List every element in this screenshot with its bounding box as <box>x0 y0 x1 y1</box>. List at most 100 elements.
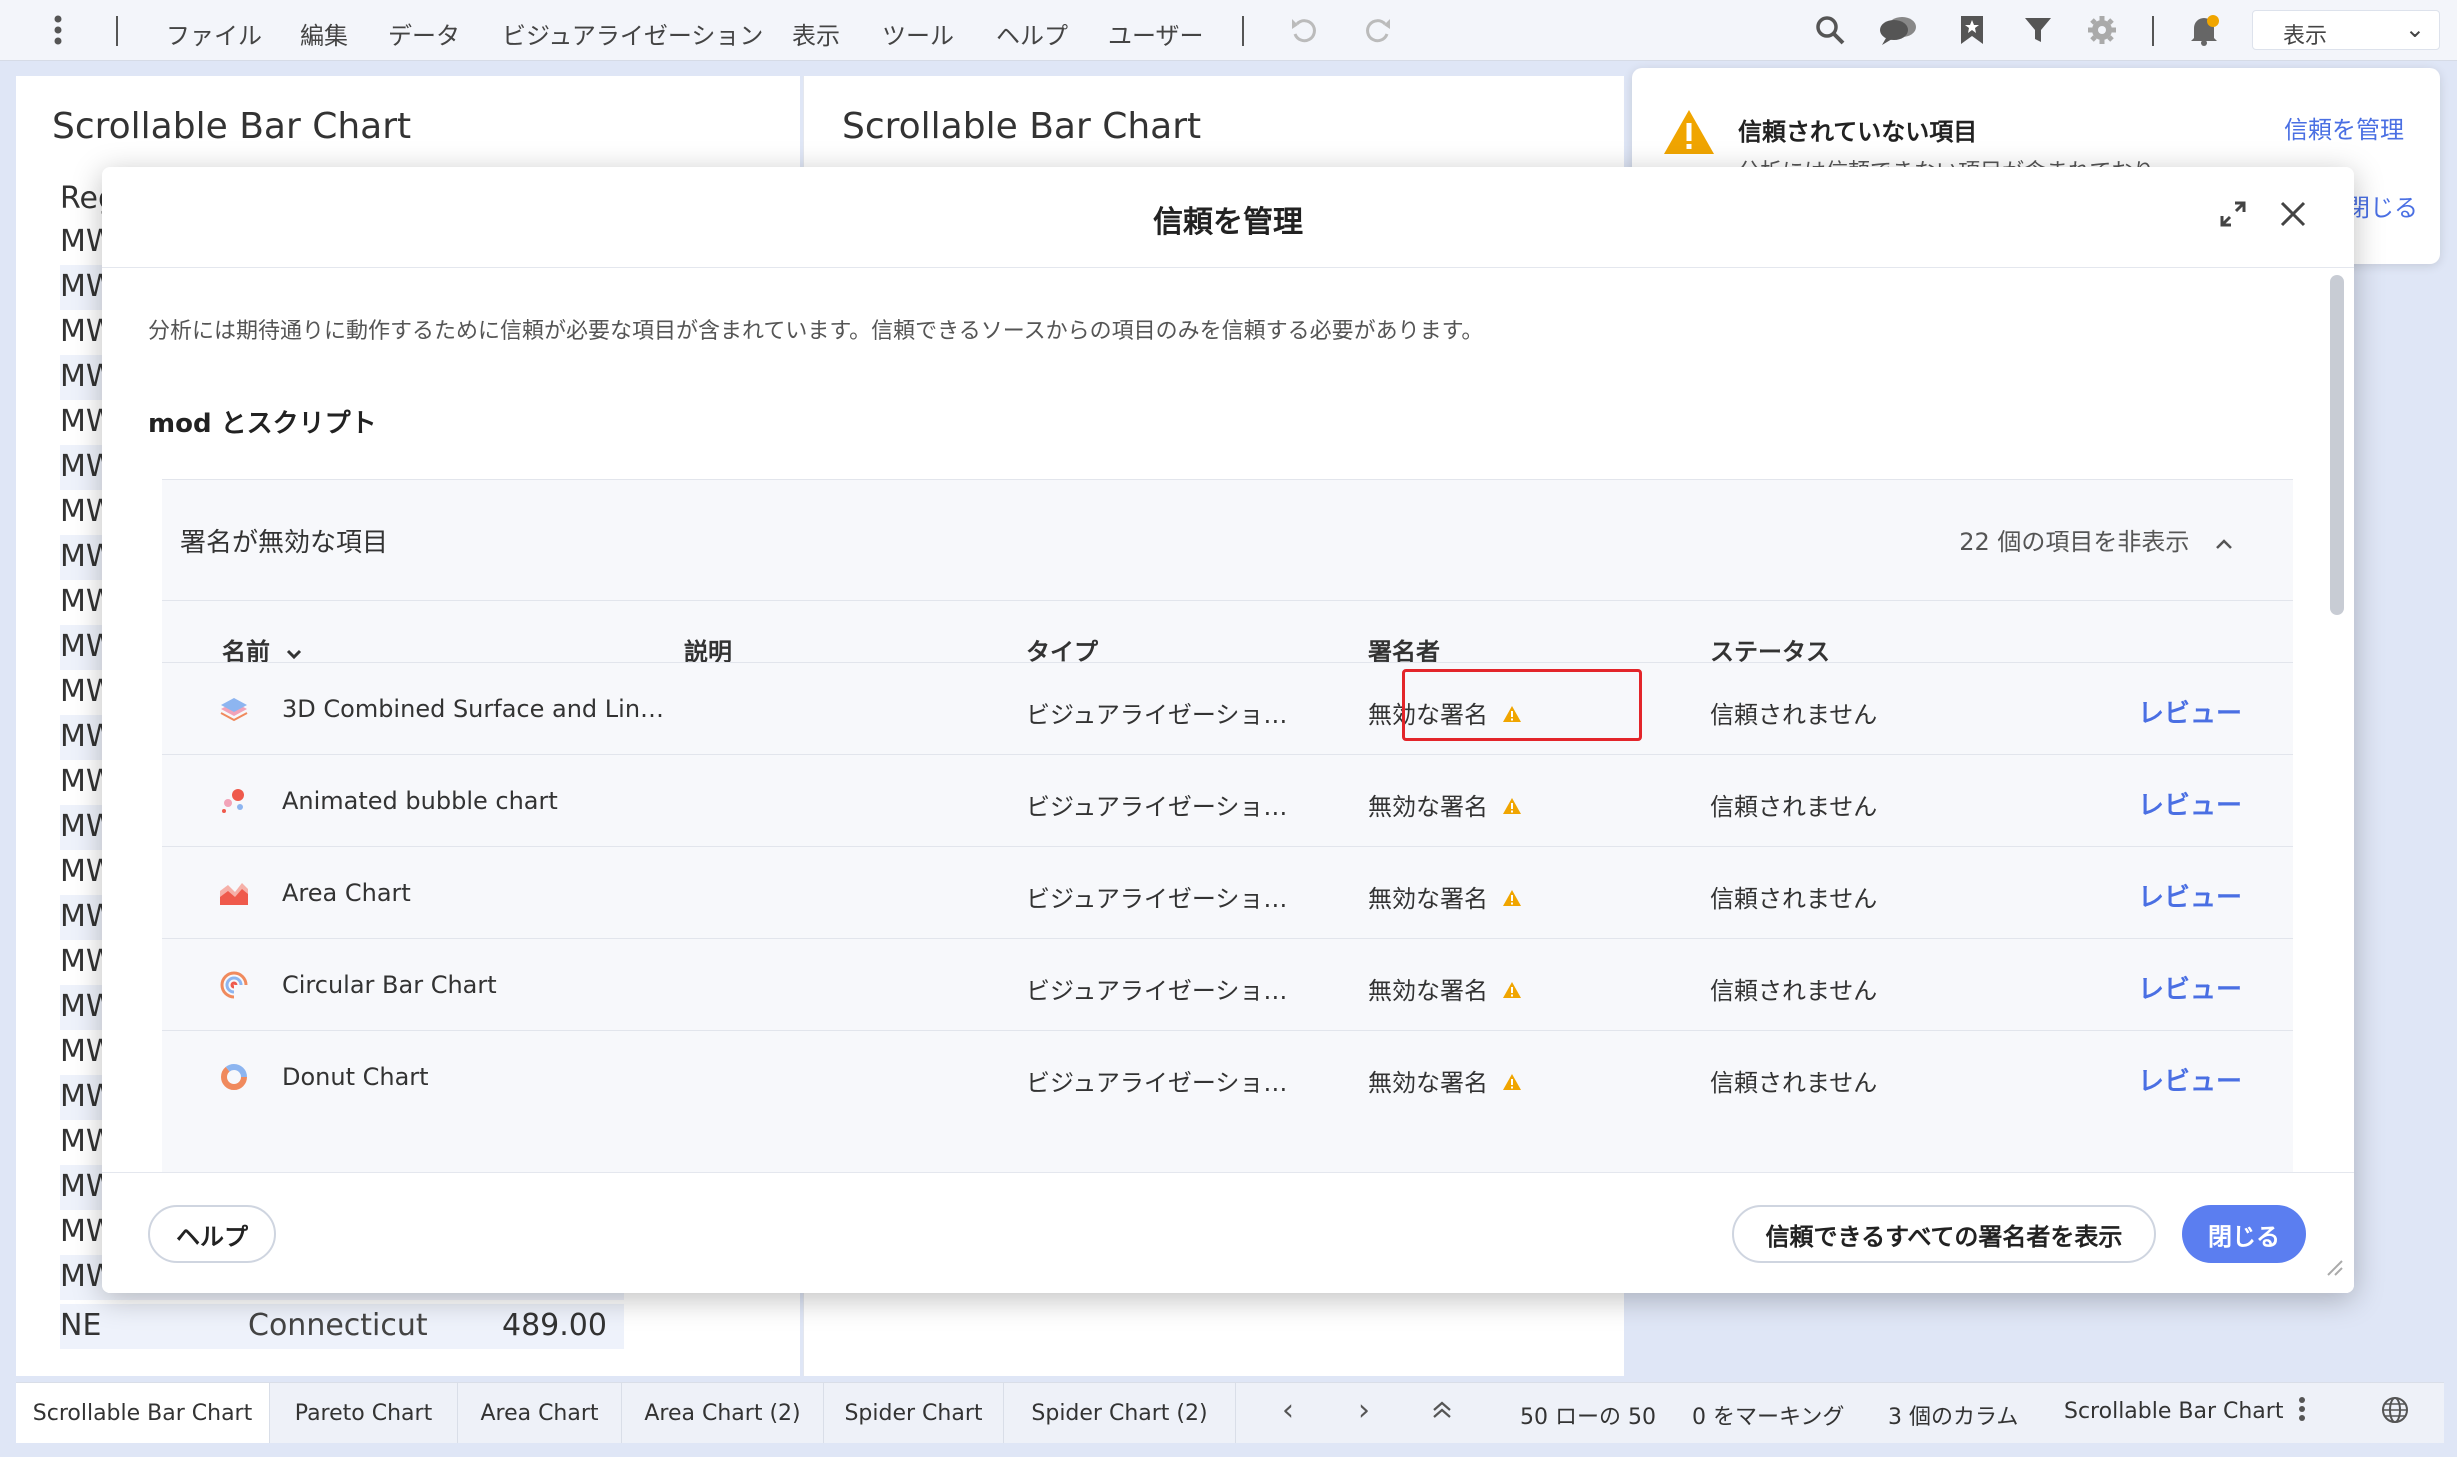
filter-icon[interactable] <box>2016 10 2060 50</box>
comments-icon[interactable] <box>1876 10 1920 50</box>
close-icon[interactable] <box>2268 189 2318 239</box>
redo-icon[interactable] <box>1356 10 1400 50</box>
notification-text: 分析には信頼できない項目が含まれており… <box>1738 154 2298 168</box>
signer-label: 無効な署名 <box>1368 977 1488 1005</box>
warning-icon <box>1502 1069 1522 1097</box>
dialog-header: 信頼を管理 <box>102 167 2354 268</box>
kebab-menu-icon[interactable] <box>2298 1395 2306 1430</box>
tab-spider-chart-2[interactable]: Spider Chart (2) <box>1004 1383 1236 1443</box>
chevron-left-icon[interactable]: ‹ <box>1282 1393 1294 1428</box>
menu-help[interactable]: ヘルプ <box>996 16 1068 51</box>
item-name: Animated bubble chart <box>282 787 558 815</box>
signer-label: 無効な署名 <box>1368 1069 1488 1097</box>
undo-icon[interactable] <box>1282 10 1326 50</box>
item-status: 信頼されません <box>1710 793 1878 821</box>
tab-pareto-chart[interactable]: Pareto Chart <box>270 1383 458 1443</box>
expand-up-icon[interactable] <box>1430 1395 1454 1430</box>
item-signer: 無効な署名 <box>1368 1063 1522 1098</box>
item-type: ビジュアライゼーショ… <box>1026 701 1288 729</box>
table-row[interactable]: Donut Chart ビジュアライゼーショ… 無効な署名 信頼されません レビュー <box>162 1030 2293 1123</box>
item-type: ビジュアライゼーショ… <box>1026 1069 1288 1097</box>
chevron-up-icon <box>2215 528 2233 556</box>
manage-trust-link[interactable]: 信頼を管理 <box>2284 110 2404 145</box>
bottom-tab-bar: Scrollable Bar Chart Pareto Chart Area C… <box>16 1382 2444 1443</box>
notification-close-link[interactable]: 閉じる <box>2346 188 2418 223</box>
item-signer: 無効な署名 <box>1368 971 1522 1006</box>
signer-label: 無効な署名 <box>1368 885 1488 913</box>
menu-file[interactable]: ファイル <box>166 16 262 51</box>
warning-icon <box>1502 793 1522 821</box>
panel-title: Scrollable Bar Chart <box>52 106 412 147</box>
section-title: mod とスクリプト <box>148 409 377 439</box>
menu-view[interactable]: 表示 <box>792 16 840 51</box>
resize-handle-icon[interactable] <box>2322 1255 2344 1283</box>
bubble-chart-icon <box>218 785 250 817</box>
active-table-status[interactable]: Scrollable Bar Chart <box>2064 1399 2283 1424</box>
menu-data[interactable]: データ <box>388 16 460 51</box>
surface-chart-icon <box>218 693 250 725</box>
review-link[interactable]: レビュー <box>2138 877 2242 914</box>
help-button[interactable]: ヘルプ <box>148 1205 276 1263</box>
menu-bar: ファイル 編集 データ ビジュアライゼーション 表示 ツール ヘルプ ユーザー … <box>0 0 2457 61</box>
table-row[interactable]: Animated bubble chart ビジュアライゼーショ… 無効な署名 信頼さ… <box>162 754 2293 847</box>
item-name: 3D Combined Surface and Lin… <box>282 695 665 723</box>
warning-icon <box>1502 977 1522 1005</box>
close-button[interactable]: 閉じる <box>2182 1205 2306 1263</box>
row-count-status: 50 ローの 50 <box>1520 1405 1656 1430</box>
table-row[interactable]: Area Chart ビジュアライゼーショ… 無効な署名 信頼されません レビュー <box>162 846 2293 939</box>
invalid-signature-group: 署名が無効な項目 22 個の項目を非表示 名前 説明 タイプ 署名者 ステータス… <box>162 479 2293 1280</box>
hide-items-label: 22 個の項目を非表示 <box>1959 528 2190 556</box>
gear-icon[interactable] <box>2080 10 2124 50</box>
kebab-menu-icon[interactable] <box>36 10 80 50</box>
review-link[interactable]: レビュー <box>2138 785 2242 822</box>
item-signer: 無効な署名 <box>1368 879 1522 914</box>
region-cell: NE <box>60 1308 102 1343</box>
circular-bar-chart-icon <box>218 969 250 1001</box>
show-trusted-signers-button[interactable]: 信頼できるすべての署名者を表示 <box>1732 1205 2156 1263</box>
search-icon[interactable] <box>1808 10 1852 50</box>
area-chart-icon <box>218 877 250 909</box>
item-name: Donut Chart <box>282 1063 429 1091</box>
hide-items-toggle[interactable]: 22 個の項目を非表示 <box>1959 522 2233 557</box>
review-link[interactable]: レビュー <box>2138 1061 2242 1098</box>
menu-edit[interactable]: 編集 <box>300 16 348 51</box>
review-link[interactable]: レビュー <box>2138 969 2242 1006</box>
panel-title: Scrollable Bar Chart <box>842 106 1202 147</box>
marked-status: 0 をマーキング <box>1692 1405 1845 1430</box>
tab-spider-chart[interactable]: Spider Chart <box>824 1383 1004 1443</box>
menu-tools[interactable]: ツール <box>882 16 954 51</box>
table-row[interactable]: Circular Bar Chart ビジュアライゼーショ… 無効な署名 信頼されませ… <box>162 938 2293 1031</box>
chevron-right-icon[interactable]: › <box>1358 1393 1370 1428</box>
value-cell: 489.00 <box>502 1308 607 1343</box>
dialog-scrollbar[interactable] <box>2330 275 2344 615</box>
dialog-footer: ヘルプ 信頼できるすべての署名者を表示 閉じる <box>102 1172 2354 1293</box>
tab-area-chart[interactable]: Area Chart <box>458 1383 622 1443</box>
bookmark-icon[interactable] <box>1950 10 1994 50</box>
item-status: 信頼されません <box>1710 885 1878 913</box>
table-row[interactable]: 3D Combined Surface and Lin… ビジュアライゼーショ… 無… <box>162 662 2293 755</box>
menu-divider <box>2152 16 2154 46</box>
item-status: 信頼されません <box>1710 977 1878 1005</box>
dialog-title: 信頼を管理 <box>1153 205 1303 240</box>
tab-area-chart-2[interactable]: Area Chart (2) <box>622 1383 824 1443</box>
globe-icon[interactable] <box>2380 1395 2410 1433</box>
group-header[interactable]: 署名が無効な項目 22 個の項目を非表示 <box>162 480 2293 601</box>
item-type: ビジュアライゼーショ… <box>1026 885 1288 913</box>
item-signer: 無効な署名 <box>1368 787 1522 822</box>
warning-icon <box>1502 885 1522 913</box>
signer-highlight-box <box>1402 669 1642 741</box>
notification-bell-icon[interactable] <box>2182 10 2226 50</box>
item-name: Area Chart <box>282 879 411 907</box>
view-mode-select[interactable]: 表示 ⌄ <box>2252 10 2440 50</box>
menu-visualization[interactable]: ビジュアライゼーション <box>502 16 763 51</box>
notification-title: 信頼されていない項目 <box>1738 118 1978 146</box>
item-type: ビジュアライゼーショ… <box>1026 977 1288 1005</box>
expand-icon[interactable] <box>2208 189 2258 239</box>
menu-user[interactable]: ユーザー <box>1108 16 1204 51</box>
item-status: 信頼されません <box>1710 1069 1878 1097</box>
review-link[interactable]: レビュー <box>2138 693 2242 730</box>
manage-trust-dialog: 信頼を管理 分析には期待通りに動作するために信頼が必要な項目が含まれています。信… <box>102 167 2354 1293</box>
chevron-down-icon: ⌄ <box>2404 15 2425 43</box>
tab-scrollable-bar-chart[interactable]: Scrollable Bar Chart <box>16 1383 270 1443</box>
item-name: Circular Bar Chart <box>282 971 497 999</box>
